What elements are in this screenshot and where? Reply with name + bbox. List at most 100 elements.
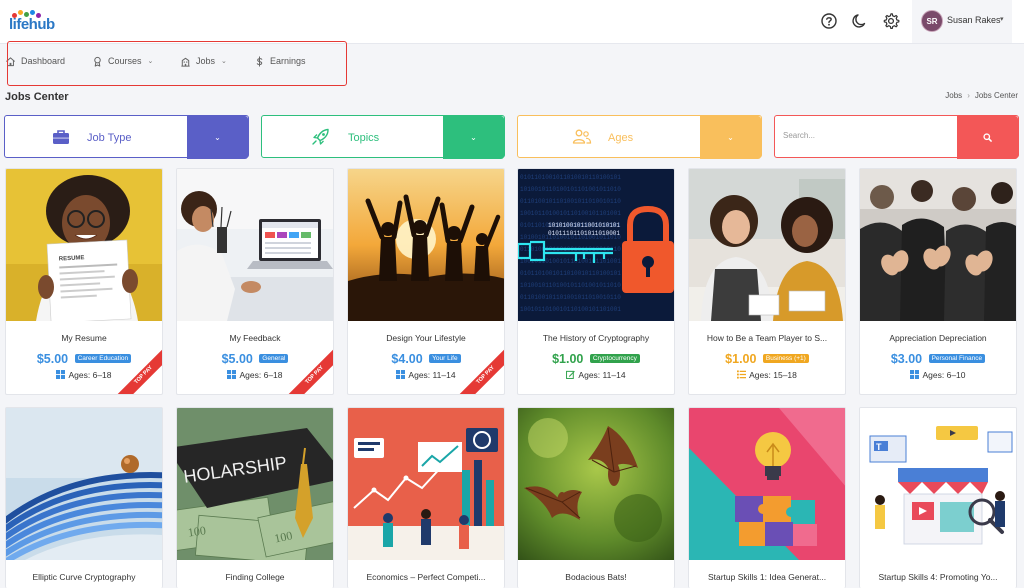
topics-dropdown-button[interactable]: ⌄ [443, 116, 504, 159]
svg-text:0101101001011010010110100101: 0101101001011010010110100101 [520, 270, 621, 277]
category-badge: General [259, 354, 289, 364]
job-title[interactable]: My Feedback [181, 333, 329, 343]
moon-icon[interactable] [851, 12, 869, 30]
ages-filter[interactable]: Ages ⌄ [517, 115, 762, 159]
ages-value: 11–14 [432, 370, 456, 380]
ages-value: 11–14 [602, 370, 626, 380]
job-price: $1.00 [552, 351, 584, 366]
breadcrumb-separator: › [967, 91, 970, 100]
job-title[interactable]: The History of Cryptography [522, 333, 670, 343]
ages-value: 6–10 [946, 370, 966, 380]
job-type-filter[interactable]: Job Type ⌄ [4, 115, 249, 159]
job-price-row: $3.00 Personal Finance [860, 350, 1016, 368]
windows-icon [396, 370, 406, 379]
top-bar: lifehub SR Susan Rakes ▾ [0, 0, 1024, 44]
breadcrumb-jobs-center: Jobs Center [974, 91, 1018, 100]
ages-label: Ages: [578, 370, 601, 380]
job-title[interactable]: How to Be a Team Player to S... [693, 333, 841, 343]
job-card[interactable]: How to Be a Team Player to S... $1.00 Bu… [688, 168, 846, 395]
job-price-row: $5.00 Career Education [6, 350, 162, 368]
job-title[interactable]: Economics – Perfect Competi... [352, 572, 500, 582]
ages-label: Ages: [408, 370, 431, 380]
category-badge: Career Education [74, 354, 132, 364]
ages-label: Ages [608, 132, 634, 144]
ages-value: 6–18 [263, 370, 283, 380]
job-card[interactable]: Appreciation Depreciation $3.00 Personal… [859, 168, 1017, 395]
job-price-row: $5.00 General [177, 350, 333, 368]
ages-label: Ages: [68, 370, 91, 380]
job-thumbnail [860, 169, 1016, 321]
edit-icon [566, 370, 576, 379]
job-price: $5.00 [36, 351, 69, 366]
job-ages: Ages: 11–14 [518, 370, 674, 380]
job-price: $4.00 [391, 351, 423, 366]
job-type-label: Job Type [87, 132, 132, 144]
job-title[interactable]: Appreciation Depreciation [864, 333, 1012, 343]
job-title[interactable]: Elliptic Curve Cryptography [10, 572, 158, 582]
search-icon [983, 133, 992, 143]
page-title: Jobs Center [5, 91, 69, 103]
svg-text:01011101101011010001: 01011101101011010001 [548, 230, 620, 237]
job-title[interactable]: Finding College [181, 572, 329, 582]
job-card[interactable]: RESUME My Resume $5.00 Career Education … [5, 168, 163, 395]
svg-text:1001011010010110100101101001: 1001011010010110100101101001 [520, 210, 621, 217]
chevron-down-icon: ▾ [1000, 16, 1004, 23]
ages-dropdown-button[interactable]: ⌄ [700, 116, 761, 159]
job-card[interactable]: My Feedback $5.00 General Ages: 6–18 TOP… [176, 168, 334, 395]
people-icon [572, 129, 592, 144]
job-price-row: $4.00 Your Life [348, 350, 504, 368]
job-type-dropdown-button[interactable]: ⌄ [187, 116, 248, 159]
logo-text: lifehub [9, 16, 55, 33]
job-thumbnail: 0101101001011010010110100101 10100101101… [518, 169, 674, 321]
ages-label: Ages: [239, 370, 262, 380]
user-name: Susan Rakes [947, 15, 1001, 25]
job-thumbnail [348, 169, 504, 321]
job-thumbnail [518, 408, 674, 560]
user-menu[interactable]: SR Susan Rakes ▾ [912, 0, 1012, 43]
topics-filter[interactable]: Topics ⌄ [261, 115, 505, 159]
job-thumbnail: 100 100 HOLARSHIP [177, 408, 333, 560]
job-title[interactable]: My Resume [10, 333, 158, 343]
ages-label: Ages: [922, 370, 945, 380]
job-card[interactable]: T Startup Skills 4: Promoting Yo... [859, 407, 1017, 588]
job-title[interactable]: Startup Skills 1: Idea Generat... [693, 572, 841, 582]
job-card[interactable]: Economics – Perfect Competi... [347, 407, 505, 588]
breadcrumb: Jobs › Jobs Center [945, 91, 1018, 100]
job-ages: Ages: 15–18 [689, 370, 845, 380]
job-thumbnail [689, 408, 845, 560]
job-card[interactable]: 100 100 HOLARSHIP Finding College [176, 407, 334, 588]
job-ages: Ages: 6–10 [860, 370, 1016, 380]
job-price-row: $1.00 Cryptocurrency [518, 350, 674, 368]
category-badge: Cryptocurrency [589, 354, 640, 364]
job-price: $5.00 [221, 351, 253, 366]
job-thumbnail [177, 169, 333, 321]
job-title[interactable]: Bodacious Bats! [522, 572, 670, 582]
job-card[interactable]: Bodacious Bats! [517, 407, 675, 588]
category-badge: Your Life [429, 354, 461, 364]
job-card[interactable]: Startup Skills 1: Idea Generat... [688, 407, 846, 588]
windows-icon [56, 370, 66, 379]
topics-label: Topics [348, 132, 380, 144]
svg-text:T: T [876, 442, 882, 452]
windows-icon [227, 370, 237, 379]
job-thumbnail [348, 408, 504, 560]
search-button[interactable] [957, 116, 1018, 159]
job-thumbnail [6, 408, 162, 560]
job-title[interactable]: Design Your Lifestyle [352, 333, 500, 343]
ages-value: 15–18 [773, 370, 797, 380]
job-title[interactable]: Startup Skills 4: Promoting Yo... [864, 572, 1012, 582]
job-card[interactable]: 0101101001011010010110100101 10100101101… [517, 168, 675, 395]
list-icon [737, 370, 747, 379]
job-card[interactable]: Elliptic Curve Cryptography [5, 407, 163, 588]
gear-icon[interactable] [882, 12, 900, 30]
svg-text:0110100101101001011010010110: 0110100101101001011010010110 [520, 198, 621, 205]
job-card[interactable]: Design Your Lifestyle $4.00 Your Life Ag… [347, 168, 505, 395]
svg-text:100: 100 [187, 523, 207, 539]
help-icon[interactable] [820, 12, 838, 30]
job-price-row: $1.00 Business (+1) [689, 350, 845, 368]
search-input[interactable] [783, 131, 953, 140]
breadcrumb-jobs[interactable]: Jobs [945, 91, 962, 100]
windows-icon [910, 370, 920, 379]
lifehub-logo[interactable]: lifehub [9, 10, 59, 36]
category-badge: Personal Finance [928, 354, 986, 364]
